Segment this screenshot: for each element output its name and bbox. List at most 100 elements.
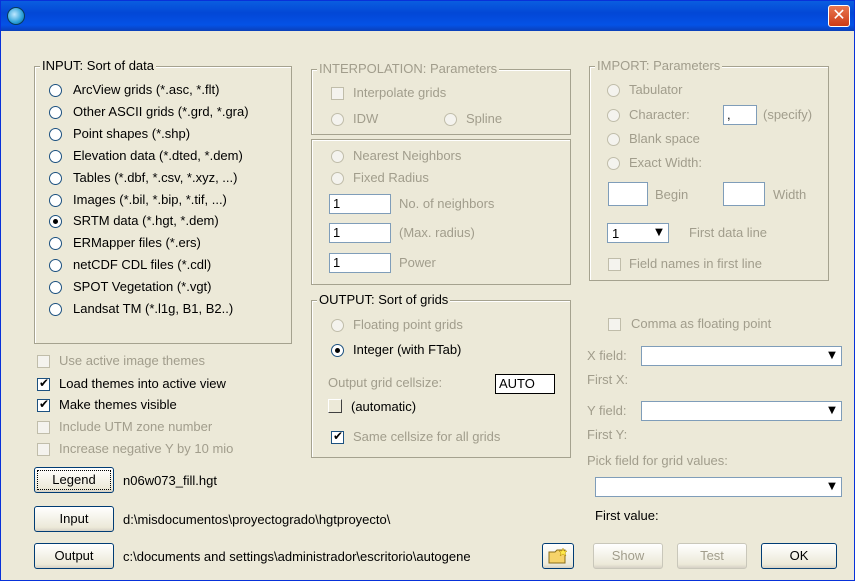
begin-label: Begin [655, 187, 689, 202]
output-path: c:\documents and settings\administrador\… [123, 549, 471, 564]
input-option-radio[interactable] [49, 127, 62, 141]
spline-label: Spline [466, 111, 503, 126]
automatic-toggle[interactable] [328, 399, 342, 413]
input-option-label: Elevation data (*.dted, *.dem) [73, 147, 243, 163]
first-y-label: First Y: [587, 427, 628, 442]
character-label: Character: [629, 107, 690, 122]
dialog-window: ✕ INPUT: Sort of data ArcView grids (*.a… [0, 0, 855, 581]
new-folder-button[interactable] [542, 543, 574, 569]
width-input[interactable] [723, 182, 765, 206]
input-button[interactable]: Input [34, 506, 114, 532]
neighbors-label: No. of neighbors [399, 196, 495, 211]
output-legend: OUTPUT: Sort of grids [317, 292, 451, 307]
input-option-label: Landsat TM (*.l1g, B1, B2..) [73, 301, 234, 316]
input-option-label: Other ASCII grids (*.grd, *.gra) [73, 103, 249, 119]
radius-input[interactable]: 1 [329, 223, 391, 243]
title-bar[interactable]: ✕ [1, 1, 854, 31]
input-option-label: SPOT Vegetation (*.vgt) [73, 279, 212, 295]
first-data-line-value: 1 [612, 226, 620, 241]
use-active-themes-checkbox[interactable] [37, 355, 50, 368]
input-option-radio[interactable] [49, 105, 62, 119]
close-icon[interactable]: ✕ [828, 5, 850, 27]
x-field-label: X field: [587, 348, 627, 363]
blank-space-radio[interactable] [607, 133, 620, 146]
cellsize-input[interactable]: AUTO [495, 374, 555, 394]
exact-width-radio[interactable] [607, 157, 620, 170]
load-themes-checkbox[interactable] [37, 376, 50, 391]
legend-button[interactable]: Legend [34, 467, 114, 493]
show-button[interactable]: Show [593, 543, 663, 569]
input-option-radio[interactable] [49, 281, 62, 295]
floating-point-radio[interactable] [331, 319, 344, 332]
field-names-checkbox[interactable] [608, 258, 621, 271]
radius-label: (Max. radius) [399, 225, 475, 240]
input-option-label: Point shapes (*.shp) [73, 125, 191, 141]
new-folder-icon [548, 547, 568, 564]
power-input[interactable]: 1 [329, 253, 391, 273]
neighbors-input[interactable]: 1 [329, 194, 391, 214]
test-button[interactable]: Test [677, 543, 747, 569]
power-label: Power [399, 255, 436, 270]
combo-arrow-icon: ▼ [828, 350, 836, 361]
y-field-select[interactable]: ▼ [641, 401, 842, 421]
interpolate-grids-label: Interpolate grids [353, 85, 447, 100]
nearest-neighbors-label: Nearest Neighbors [353, 148, 462, 163]
y-field-label: Y field: [587, 403, 627, 418]
integer-label: Integer (with FTab) [353, 342, 462, 357]
input-path: d:\misdocumentos\proyectogrado\hgtproyec… [123, 512, 391, 527]
integer-radio[interactable] [331, 344, 344, 357]
import-group: IMPORT: Parameters [589, 58, 829, 281]
input-option-radio[interactable] [49, 84, 62, 97]
combo-arrow-icon: ▼ [655, 227, 663, 238]
exact-width-label: Exact Width: [629, 155, 702, 170]
input-option-label: Tables (*.dbf, *.csv, *.xyz, ...) [73, 169, 238, 185]
pick-field-label: Pick field for grid values: [587, 453, 728, 468]
input-option-label: ArcView grids (*.asc, *.flt) [73, 82, 220, 97]
idw-radio[interactable] [331, 113, 344, 126]
comma-label: Comma as floating point [631, 316, 772, 331]
tabulator-radio[interactable] [607, 84, 620, 97]
ok-button[interactable]: OK [761, 543, 837, 569]
include-utm-checkbox[interactable] [37, 421, 50, 434]
first-data-line-label: First data line [689, 225, 768, 240]
input-option-label: SRTM data (*.hgt, *.dem) [73, 213, 219, 229]
same-cellsize-checkbox[interactable] [331, 429, 344, 444]
make-visible-checkbox[interactable] [37, 397, 50, 412]
use-active-themes-label: Use active image themes [59, 353, 205, 368]
input-option-radio[interactable] [49, 193, 62, 207]
spline-radio[interactable] [444, 113, 457, 126]
combo-arrow-icon: ▼ [828, 481, 836, 492]
input-option-label: netCDF CDL files (*.cdl) [73, 257, 212, 273]
fixed-radius-label: Fixed Radius [353, 170, 429, 185]
increase-negative-checkbox[interactable] [37, 443, 50, 456]
include-utm-label: Include UTM zone number [59, 419, 213, 434]
character-radio[interactable] [607, 109, 620, 122]
input-option-label: ERMapper files (*.ers) [73, 235, 201, 251]
x-field-select[interactable]: ▼ [641, 346, 842, 366]
specify-label: (specify) [763, 107, 813, 122]
import-legend: IMPORT: Parameters [595, 58, 723, 73]
nearest-neighbors-radio[interactable] [331, 150, 344, 163]
first-value-label: First value: [595, 508, 659, 523]
input-option-radio[interactable] [49, 303, 62, 316]
field-names-label: Field names in first line [629, 256, 762, 271]
input-option-radio[interactable] [49, 171, 62, 185]
comma-checkbox[interactable] [608, 318, 621, 331]
combo-arrow-icon: ▼ [828, 405, 836, 416]
legend-filename: n06w073_fill.hgt [123, 473, 217, 488]
input-option-radio[interactable] [49, 149, 62, 163]
output-button[interactable]: Output [34, 543, 114, 569]
input-group-legend: INPUT: Sort of data [40, 58, 156, 73]
fixed-radius-radio[interactable] [331, 172, 344, 185]
first-data-line-select[interactable]: 1 ▼ [607, 223, 669, 243]
app-globe-icon [7, 7, 25, 25]
automatic-label: (automatic) [351, 399, 417, 414]
interpolate-grids-checkbox[interactable] [331, 87, 344, 100]
idw-label: IDW [353, 111, 379, 126]
begin-input[interactable] [608, 182, 648, 206]
interpolation-group: INTERPOLATION: Parameters [311, 61, 571, 135]
character-input[interactable]: , [723, 105, 757, 125]
grid-value-field-select[interactable]: ▼ [595, 477, 842, 497]
first-x-label: First X: [587, 372, 629, 387]
width-label: Width [773, 187, 807, 202]
